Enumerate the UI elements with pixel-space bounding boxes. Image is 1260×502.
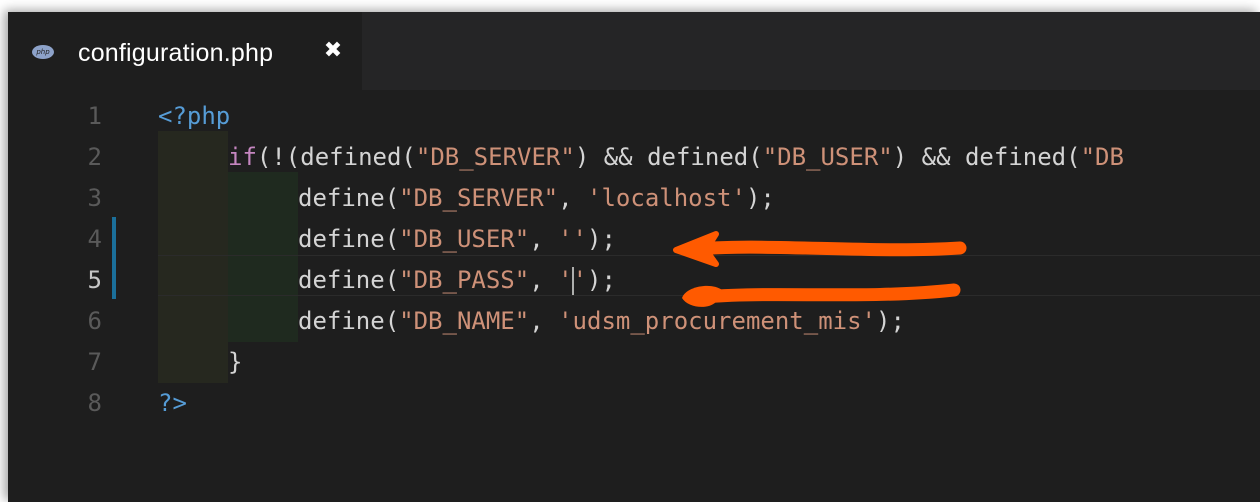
code-token: ( — [401, 143, 416, 171]
line-number: 2 — [87, 143, 102, 171]
code-token: ) && — [574, 143, 648, 171]
code-line[interactable]: 3 define("DB_SERVER", 'localhost'); — [8, 178, 1260, 219]
line-number: 3 — [87, 184, 102, 212]
code-token: ( — [1066, 143, 1081, 171]
code-line[interactable]: 4 define("DB_USER", ''); — [8, 219, 1260, 260]
code-token: "DB_USER" — [399, 225, 530, 253]
php-file-icon: php — [32, 45, 54, 59]
code-token: ); — [587, 225, 616, 253]
line-number: 5 — [87, 266, 102, 294]
close-tab-icon[interactable]: ✖ — [321, 37, 345, 65]
code-line[interactable]: 1 <?php — [8, 96, 1260, 137]
code-token: ); — [745, 184, 775, 212]
code-line[interactable]: 5 define("DB_PASS", ''); — [8, 260, 1260, 301]
code-text: <?php — [158, 96, 230, 137]
code-token: "DB_USER" — [762, 143, 893, 171]
code-text: define("DB_USER", ''); — [298, 219, 616, 260]
code-token: ?> — [158, 389, 187, 417]
code-token: defined — [647, 143, 749, 171]
code-token: "DB_SERVER" — [399, 184, 559, 212]
code-token: if — [228, 143, 257, 171]
code-token: , — [558, 184, 588, 212]
tab-filename: configuration.php — [78, 39, 274, 67]
code-token: 'localhost' — [587, 184, 746, 212]
code-token: define — [298, 266, 385, 294]
code-text: } — [228, 342, 242, 383]
code-token: "DB_SERVER" — [415, 143, 575, 171]
code-token: define — [298, 225, 385, 253]
code-line[interactable]: 7} — [8, 342, 1260, 383]
tab-configuration-php[interactable]: php configuration.php ✖ — [8, 12, 362, 90]
code-text: ?> — [158, 383, 187, 424]
code-token: "DB — [1080, 143, 1124, 171]
code-line[interactable]: 6 define("DB_NAME", 'udsm_procurement_mis… — [8, 301, 1260, 342]
code-token: defined — [964, 143, 1067, 171]
code-editor[interactable]: 1 <?php 2 if(!(defined("DB_SERVER") && defi… — [8, 90, 1260, 502]
arrow-pointing-at-db-pass — [682, 283, 961, 307]
code-token: (!( — [256, 143, 301, 171]
code-token: ( — [384, 266, 400, 294]
code-token: ); — [587, 266, 616, 294]
editor-window: php configuration.php ✖ 1 <?php 2 if(!(defi… — [8, 12, 1260, 502]
code-line[interactable]: 2 if(!(defined("DB_SERVER") && defined("D… — [8, 137, 1260, 178]
code-token: ( — [748, 143, 763, 171]
code-token: define — [298, 307, 385, 335]
code-token: , — [529, 225, 559, 253]
code-token: ( — [384, 184, 400, 212]
code-token: ( — [384, 225, 400, 253]
code-token: "DB_NAME" — [399, 307, 530, 335]
code-token: "DB_PASS" — [399, 266, 530, 294]
code-token: ' — [572, 266, 588, 294]
code-token: , — [529, 307, 559, 335]
code-token: <?php — [158, 102, 231, 130]
code-token: ( — [384, 307, 400, 335]
line-number: 8 — [87, 389, 102, 417]
arrow-pointing-at-db-user — [673, 231, 967, 267]
code-token: } — [228, 348, 243, 376]
code-token: defined — [300, 143, 402, 171]
code-text: if(!(defined("DB_SERVER") && defined("DB… — [228, 137, 1124, 178]
code-token: define — [298, 184, 385, 212]
code-token: '' — [558, 225, 588, 253]
code-text: define("DB_SERVER", 'localhost'); — [298, 178, 775, 219]
line-number: 1 — [87, 102, 102, 130]
line-number: 6 — [87, 307, 102, 335]
code-token: ) && — [892, 143, 965, 171]
tab-bar: php configuration.php ✖ — [8, 12, 1260, 90]
code-token: , — [529, 266, 559, 294]
line-number: 4 — [87, 225, 102, 253]
code-text: define("DB_PASS", ''); — [298, 260, 616, 301]
code-line[interactable]: 8 ?> — [8, 383, 1260, 424]
line-number: 7 — [87, 348, 102, 376]
code-token: ' — [558, 266, 573, 294]
